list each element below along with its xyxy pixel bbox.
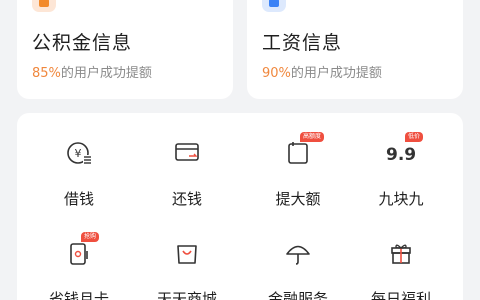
service-saving-card[interactable]: 抢购 省钱月卡 [39, 232, 119, 300]
salary-info-suffix: 的用户成功提额 [290, 66, 382, 81]
salary-info-subtitle: 90%的用户成功提额 [262, 62, 382, 81]
service-label: 提大额 [275, 190, 321, 208]
service-label: 每日福利 [370, 290, 431, 300]
salary-info-card[interactable]: 工资信息 90%的用户成功提额 [247, 0, 463, 99]
housing-fund-suffix: 的用户成功提额 [60, 66, 152, 81]
rush-buy-badge: 抢购 [81, 232, 100, 242]
service-label: 九块九 [378, 190, 424, 208]
housing-fund-icon [32, 0, 56, 12]
salary-info-icon [262, 0, 286, 12]
svg-text:¥: ¥ [75, 147, 82, 160]
calendar-icon: 高额度 [280, 132, 325, 171]
gift-icon [383, 235, 419, 271]
service-label: 借钱 [63, 190, 94, 208]
yen-coin-icon: ¥ [61, 135, 97, 171]
service-label: 金融服务 [267, 290, 328, 300]
umbrella-icon [280, 235, 316, 271]
card-repay-icon [169, 135, 205, 171]
housing-fund-percent: 85% [32, 66, 61, 81]
service-mall[interactable]: 天天商城 [147, 235, 227, 300]
service-label: 还钱 [171, 190, 202, 208]
service-label: 省钱月卡 [48, 290, 109, 300]
phone-coupon-icon: 抢购 [61, 232, 100, 271]
service-raise-limit[interactable]: 高额度 提大额 [258, 132, 338, 209]
service-daily-welfare[interactable]: 每日福利 [361, 235, 441, 300]
housing-fund-subtitle: 85%的用户成功提额 [32, 62, 152, 81]
salary-info-title: 工资信息 [262, 32, 343, 54]
shopping-bag-icon [169, 235, 205, 271]
services-grid: ¥ 借钱 还钱 高额度 提大额 9.9 低价 九块九 抢购 省钱月卡 天天商城 … [17, 113, 463, 300]
housing-fund-title: 公积金信息 [32, 32, 133, 54]
salary-info-percent: 90% [262, 66, 291, 81]
high-limit-badge: 高额度 [300, 132, 325, 142]
service-borrow[interactable]: ¥ 借钱 [39, 135, 119, 209]
service-finance[interactable]: 金融服务 [258, 235, 338, 300]
service-repay[interactable]: 还钱 [147, 135, 227, 209]
service-nine-nine[interactable]: 9.9 低价 九块九 [361, 132, 441, 209]
service-label: 天天商城 [156, 290, 217, 300]
low-price-badge: 低价 [405, 132, 424, 142]
housing-fund-card[interactable]: 公积金信息 85%的用户成功提额 [17, 0, 233, 99]
nine-nine-icon: 9.9 低价 [383, 132, 424, 171]
nine-nine-glyph: 9.9 [386, 145, 417, 165]
